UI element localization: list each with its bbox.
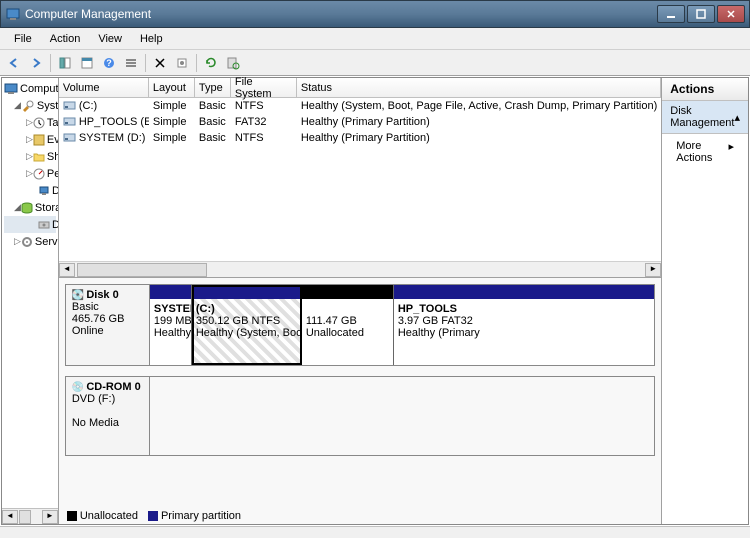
refresh-icon[interactable] [201, 53, 221, 73]
maximize-button[interactable] [687, 5, 715, 23]
toolbar: ? [0, 50, 750, 76]
close-button[interactable] [717, 5, 745, 23]
minimize-button[interactable] [657, 5, 685, 23]
tree-shared-folders[interactable]: ▷ Shared Folders [4, 148, 56, 165]
disk-icon: 💽 [72, 290, 84, 301]
tree-storage[interactable]: ◢ Storage [4, 199, 56, 216]
computer-icon [4, 82, 18, 96]
scroll-thumb[interactable] [19, 510, 31, 524]
volume-icon [63, 116, 77, 128]
volume-list: Volume Layout Type File System Status (C… [59, 78, 661, 278]
tree-performance[interactable]: ▷ Performance [4, 165, 56, 182]
tree-task-scheduler[interactable]: ▷ Task Scheduler [4, 114, 56, 131]
tree-horizontal-scrollbar[interactable]: ◄ ► [2, 508, 58, 524]
partition-hptools[interactable]: HP_TOOLS3.97 GB FAT32Healthy (Primary [394, 285, 654, 365]
disk-icon [38, 218, 50, 232]
cdrom-empty [150, 377, 654, 455]
expand-icon[interactable]: ▷ [26, 168, 33, 179]
back-button[interactable] [4, 53, 24, 73]
tree-root[interactable]: Computer Management [4, 80, 56, 97]
legend: Unallocated Primary partition [67, 510, 241, 522]
menu-action[interactable]: Action [42, 31, 89, 47]
navigation-tree[interactable]: Computer Management ◢ System Tools ▷ Tas… [2, 78, 58, 508]
partition-c[interactable]: (C:)350.12 GB NTFSHealthy (System, Boot [192, 285, 302, 365]
tree-disk-management[interactable]: Disk Management [4, 216, 56, 233]
clock-icon [33, 116, 45, 130]
tree-services[interactable]: ▷ Services and Applications [4, 233, 56, 250]
action-more-actions[interactable]: More Actions ▸ [662, 134, 748, 170]
show-hide-tree-button[interactable] [55, 53, 75, 73]
collapse-icon[interactable]: ◢ [14, 100, 21, 111]
tools-icon [21, 99, 35, 113]
menu-file[interactable]: File [6, 31, 40, 47]
partition-system[interactable]: SYSTEM199 MBHealthy [150, 285, 192, 365]
tree-device-manager[interactable]: Device Manager [4, 182, 56, 199]
volume-rows[interactable]: (C:)SimpleBasicNTFSHealthy (System, Boot… [59, 98, 661, 261]
menu-help[interactable]: Help [132, 31, 171, 47]
properties-button[interactable] [77, 53, 97, 73]
actions-pane: Actions Disk Management ▴ More Actions ▸ [662, 78, 748, 524]
event-icon [33, 133, 45, 147]
collapse-icon[interactable]: ◢ [14, 202, 21, 213]
volume-row[interactable]: HP_TOOLS (E:)SimpleBasicFAT32Healthy (Pr… [59, 114, 661, 130]
scroll-left-icon[interactable]: ◄ [59, 263, 75, 277]
main-area: Computer Management ◢ System Tools ▷ Tas… [1, 77, 749, 525]
column-filesystem[interactable]: File System [231, 78, 297, 97]
expand-icon[interactable]: ▷ [26, 151, 33, 162]
column-type[interactable]: Type [195, 78, 231, 97]
device-icon [38, 184, 50, 198]
legend-primary: Primary partition [148, 510, 241, 522]
disk-0-partitions: SYSTEM199 MBHealthy (C:)350.12 GB NTFSHe… [150, 285, 654, 365]
actions-header: Actions [662, 78, 748, 101]
expand-icon[interactable]: ▷ [14, 236, 21, 247]
center-pane: Volume Layout Type File System Status (C… [59, 78, 662, 524]
volume-horizontal-scrollbar[interactable]: ◄ ► [59, 261, 661, 277]
disk-0-info: 💽Disk 0 Basic 465.76 GB Online [66, 285, 150, 365]
performance-icon [33, 167, 45, 181]
partition-unallocated[interactable]: 111.47 GBUnallocated [302, 285, 394, 365]
legend-unallocated: Unallocated [67, 510, 138, 522]
submenu-icon: ▸ [728, 140, 734, 164]
volume-icon [63, 100, 77, 112]
window-title: Computer Management [25, 7, 657, 21]
menu-view[interactable]: View [90, 31, 130, 47]
scroll-thumb[interactable] [77, 263, 207, 277]
titlebar[interactable]: Computer Management [0, 0, 750, 28]
actions-section-disk-management[interactable]: Disk Management ▴ [662, 101, 748, 134]
settings-icon[interactable] [172, 53, 192, 73]
tree-event-viewer[interactable]: ▷ Event Viewer [4, 131, 56, 148]
disk-map: 💽Disk 0 Basic 465.76 GB Online SYSTEM199… [59, 278, 661, 524]
scroll-right-icon[interactable]: ► [645, 263, 661, 277]
svg-text:?: ? [106, 58, 112, 68]
app-icon [5, 6, 21, 22]
expand-icon[interactable]: ▷ [26, 117, 33, 128]
column-volume[interactable]: Volume [59, 78, 149, 97]
column-status[interactable]: Status [297, 78, 661, 97]
services-icon [21, 235, 33, 249]
expand-icon[interactable]: ▷ [26, 134, 33, 145]
scroll-right-icon[interactable]: ► [42, 510, 58, 524]
cdrom-0-info: 💿CD-ROM 0 DVD (F:) No Media [66, 377, 150, 455]
volume-row[interactable]: (C:)SimpleBasicNTFSHealthy (System, Boot… [59, 98, 661, 114]
forward-button[interactable] [26, 53, 46, 73]
statusbar [0, 526, 750, 538]
menubar: File Action View Help [0, 28, 750, 50]
delete-icon[interactable] [150, 53, 170, 73]
column-layout[interactable]: Layout [149, 78, 195, 97]
scroll-left-icon[interactable]: ◄ [2, 510, 18, 524]
folder-icon [33, 150, 45, 164]
volume-row[interactable]: SYSTEM (D:)SimpleBasicNTFSHealthy (Prima… [59, 130, 661, 146]
cdrom-0-row[interactable]: 💿CD-ROM 0 DVD (F:) No Media [65, 376, 655, 456]
volume-icon [63, 132, 77, 144]
cdrom-icon: 💿 [72, 382, 84, 393]
scan-icon[interactable] [223, 53, 243, 73]
tree-system-tools[interactable]: ◢ System Tools [4, 97, 56, 114]
tree-pane: Computer Management ◢ System Tools ▷ Tas… [2, 78, 59, 524]
storage-icon [21, 201, 33, 215]
help-button[interactable]: ? [99, 53, 119, 73]
view-list-button[interactable] [121, 53, 141, 73]
collapse-section-icon[interactable]: ▴ [734, 111, 740, 124]
volume-list-header: Volume Layout Type File System Status [59, 78, 661, 98]
disk-0-row[interactable]: 💽Disk 0 Basic 465.76 GB Online SYSTEM199… [65, 284, 655, 366]
